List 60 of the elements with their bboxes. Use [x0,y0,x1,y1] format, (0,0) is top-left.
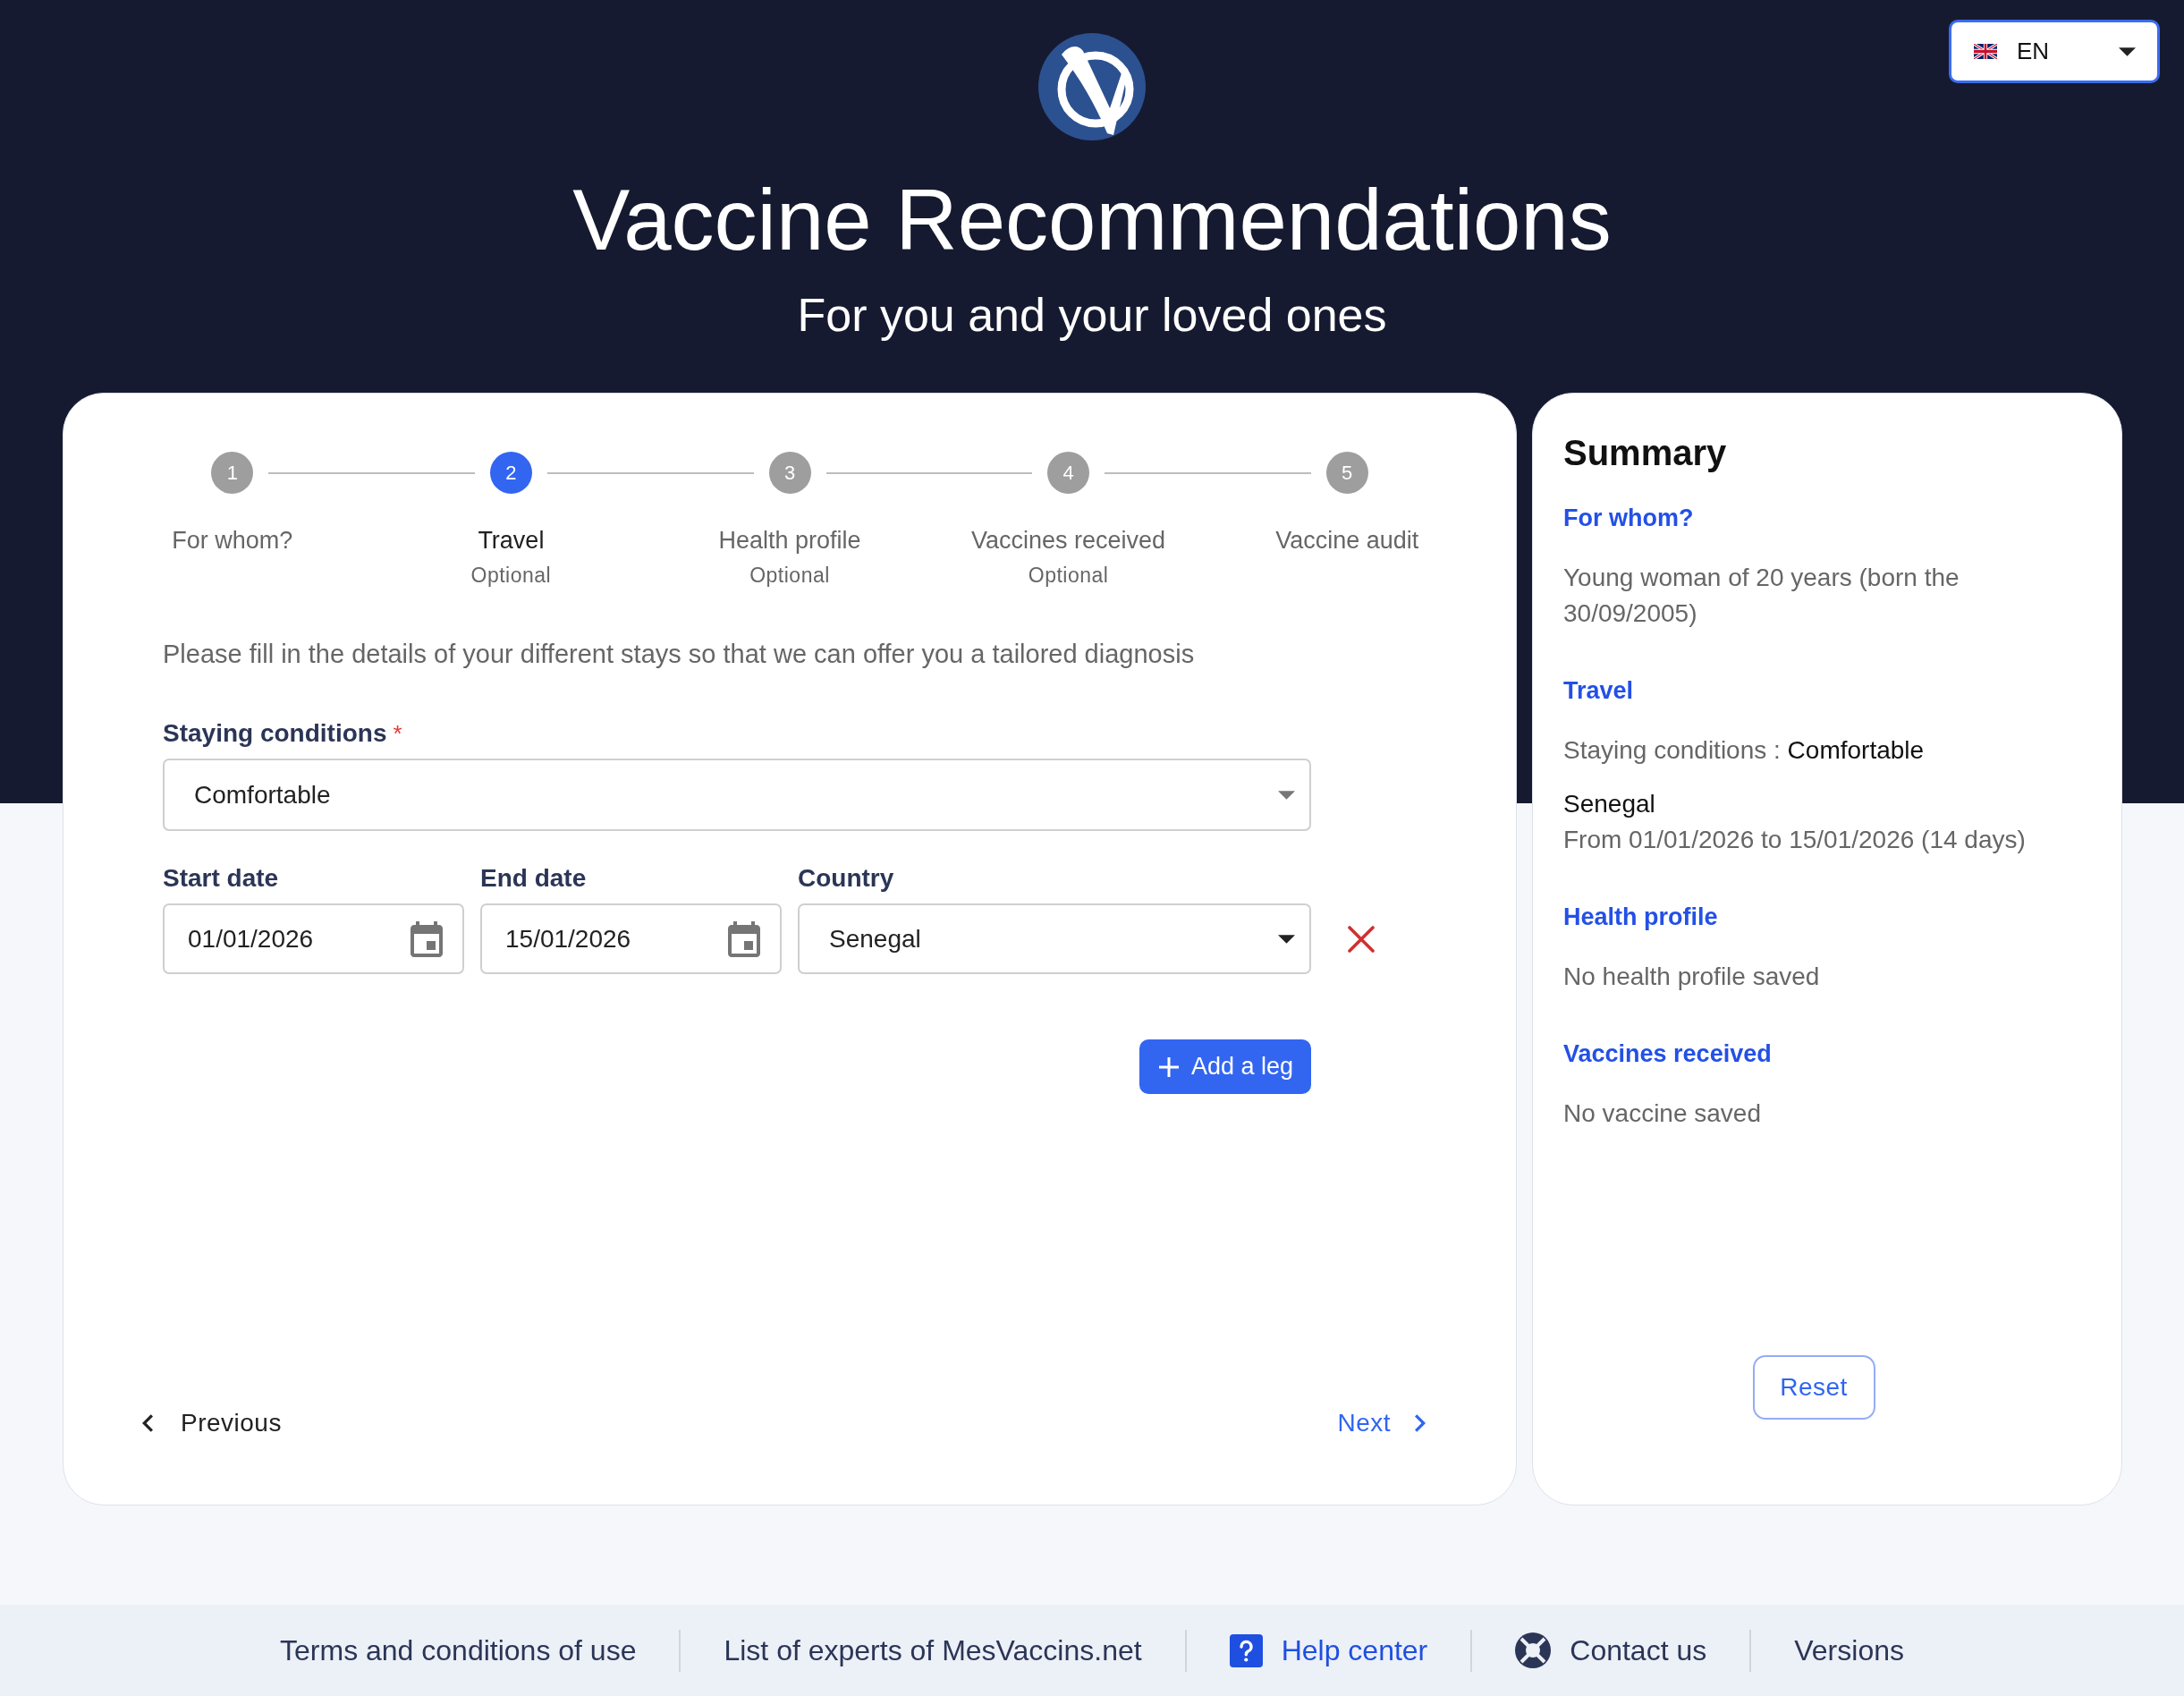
required-mark: * [393,719,402,749]
caret-icon [1278,790,1295,800]
date-field[interactable]: 15/01/2026 [480,903,782,974]
plus-icon [1158,1056,1179,1077]
summary-text: No vaccine saved [1563,1098,1762,1129]
step-label: Vaccines received [971,526,1166,555]
step-label: For whom? [172,526,293,555]
step-number: 5 [1325,452,1368,494]
summary-title: Summary [1563,432,1727,474]
select-field[interactable]: Senegal [798,903,1311,974]
step-label: Vaccine audit [1275,526,1419,555]
step-note: Optional [749,563,830,589]
stay-country: Senegal [1563,789,1655,819]
stay-period: From 01/01/2026 to 15/01/2026 (14 days) [1563,825,2026,855]
reset-button[interactable]: Reset [1752,1355,1875,1420]
caret-icon [1278,934,1295,944]
footer-link[interactable]: Help center [1229,1633,1428,1667]
summary-heading: For whom? [1563,504,1694,533]
summary-text: Young woman of 20 years (born the 30/09/2005) [1563,563,1960,629]
caret-icon [2119,47,2136,56]
field-label: Country [798,863,895,894]
summary-heading: Travel [1563,676,1634,706]
summary-text: No health profile saved [1563,962,1821,992]
step-number: 2 [489,452,532,494]
select-field[interactable]: Comfortable [163,759,1311,831]
field-label: Staying conditions [163,718,387,749]
summary-heading: Vaccines received [1563,1039,1772,1069]
chevron-left-icon [142,1414,153,1432]
step-note: Optional [470,563,552,589]
step-label: Travel [478,526,545,555]
page-subtitle: For you and your loved ones [796,289,1388,341]
step-number: 3 [768,452,811,494]
calendar-icon [411,920,443,957]
step-note: Optional [1028,563,1109,589]
language-select[interactable]: EN [1949,20,2160,83]
field-label: Start date [163,863,280,894]
step-number: 4 [1047,452,1090,494]
chevron-right-icon [1415,1414,1426,1432]
intro-text: Please fill in the details of your different stays so that we can offer you a tailored diagnosis [163,639,1196,670]
date-field[interactable]: 01/01/2026 [163,903,464,974]
logo-icon [1038,33,1146,140]
add-leg-button[interactable]: Add a leg [1139,1039,1311,1094]
footer-link[interactable]: Versions [1794,1633,1904,1667]
summary-value: Comfortable [1787,736,1925,764]
lifebuoy-icon [1515,1632,1552,1668]
footer-link[interactable]: Terms and conditions of use [280,1633,637,1667]
field-label: End date [480,863,588,894]
close-icon[interactable] [1348,925,1375,953]
next-button[interactable]: Next [1337,1401,1426,1446]
summary-label: Staying conditions : [1563,736,1781,764]
summary-heading: Health profile [1563,903,1718,932]
page-title: Vaccine Recommendations [571,171,1613,269]
step-label: Health profile [718,526,861,555]
flag-icon [1974,44,1997,59]
previous-button[interactable]: Previous [142,1401,282,1446]
step-number: 1 [211,452,254,494]
help-icon [1229,1633,1263,1667]
footer-link[interactable]: Contact us [1515,1632,1707,1668]
footer-link[interactable]: List of experts of MesVaccins.net [724,1633,1142,1667]
calendar-icon [728,920,760,957]
